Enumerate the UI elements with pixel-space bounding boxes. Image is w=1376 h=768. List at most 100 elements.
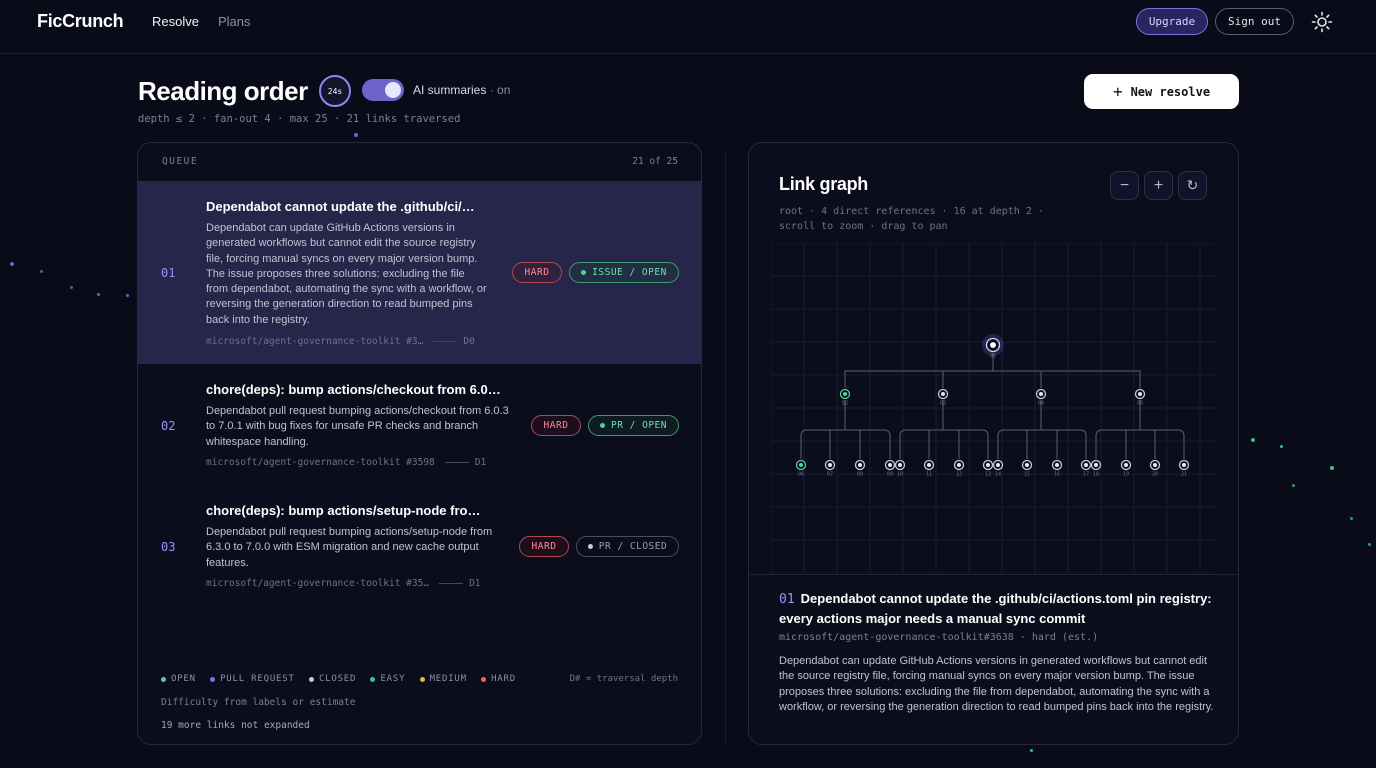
timer-badge: 24s [319, 75, 351, 107]
graph-node-label: 21 [1181, 472, 1187, 478]
sign-out-button[interactable]: Sign out [1215, 8, 1294, 35]
graph-node-core [1123, 462, 1129, 468]
more-links-note: 19 more links not expanded [161, 720, 310, 731]
detail-title-text: Dependabot cannot update the .github/ci/… [779, 591, 1212, 626]
graph-edge [1095, 400, 1185, 459]
legend-closed: CLOSED [308, 674, 356, 684]
graph-node-label: 20 [1152, 472, 1158, 478]
link-graph-canvas[interactable]: 01 02 03 04 05 06 07 08 09 10 11 12 13 14 15 16 17 18 19 20… [771, 243, 1217, 573]
legend-easy: EASY [370, 674, 405, 684]
new-resolve-button[interactable]: + New resolve [1084, 74, 1239, 109]
reset-view-button[interactable]: ↻ [1178, 171, 1207, 200]
legend-pull-request: PULL REQUEST [210, 674, 295, 684]
item-number: 03 [161, 540, 176, 554]
ai-summaries-toggle[interactable] [362, 79, 404, 101]
item-description: Dependabot pull request bumping actions/… [206, 405, 509, 448]
graph-node-core [1152, 462, 1158, 468]
graph-node-label: 13 [985, 472, 991, 478]
item-description: Dependabot can update GitHub Actions ver… [206, 222, 487, 326]
nav-link-resolve[interactable]: Resolve [152, 14, 199, 29]
ambient-dot [1330, 466, 1334, 470]
legend-note: Difficulty from labels or estimate [161, 697, 356, 708]
sun-icon[interactable] [1310, 10, 1334, 34]
graph-node-core [940, 391, 946, 397]
item-repo: microsoft/agent-governance-toolkit #35… [206, 578, 430, 589]
graph-meta-line: root · 4 direct references · 16 at depth… [779, 206, 1044, 217]
ambient-dot [1350, 517, 1353, 520]
status-badge: PR / CLOSED [576, 536, 679, 557]
status-label: PR / OPEN [611, 420, 667, 431]
graph-node-core [887, 462, 893, 468]
ai-summaries-state: · on [489, 83, 511, 97]
graph-node-label: 14 [995, 472, 1001, 478]
graph-edge [800, 400, 891, 459]
ambient-dot [1030, 749, 1033, 752]
item-depth: D0 [463, 336, 475, 347]
ambient-dot [1280, 445, 1283, 448]
zoom-out-button[interactable]: − [1110, 171, 1139, 200]
queue-item[interactable]: 03 chore(deps): bump actions/setup-node … [138, 485, 701, 605]
queue-count: 21 of 25 [632, 156, 678, 167]
status-dot [581, 270, 587, 275]
graph-divider [749, 574, 1238, 575]
new-resolve-label: New resolve [1130, 84, 1211, 99]
status-badge: PR / OPEN [588, 415, 679, 436]
graph-node-label: 08 [857, 472, 863, 478]
queue-panel: QUEUE 21 of 25 01 Dependabot cannot upda… [137, 142, 702, 745]
item-reference: microsoft/agent-governance-toolkit #3… D0 [206, 336, 475, 347]
graph-node-label: 15 [1024, 472, 1030, 478]
graph-node-core [1137, 391, 1143, 397]
difficulty-badge: HARD [519, 536, 569, 557]
item-number: 01 [161, 266, 176, 280]
item-reference: microsoft/agent-governance-toolkit #3598… [206, 457, 486, 468]
panel-separator [725, 152, 726, 746]
queue-item[interactable]: 02 chore(deps): bump actions/checkout fr… [138, 364, 701, 485]
item-reference: microsoft/agent-governance-toolkit #35… D… [206, 578, 481, 589]
status-label: PR / CLOSED [598, 541, 668, 552]
graph-edge [899, 400, 989, 459]
difficulty-badge: HARD [512, 262, 562, 283]
status-dot [600, 423, 605, 428]
graph-node-label: 19 [1123, 472, 1129, 478]
graph-node-label: 05 [1137, 401, 1143, 407]
ambient-dot [97, 293, 100, 296]
ai-summaries-text: AI summaries [413, 83, 487, 97]
graph-node-core [926, 462, 932, 468]
detail-number: 01 [779, 592, 795, 607]
detail-title: 01 Dependabot cannot update the .github/c… [779, 589, 1219, 628]
graph-node-label: 17 [1083, 472, 1089, 478]
legend-hard: HARD [481, 674, 516, 684]
brand-logo[interactable]: FicCrunch [37, 11, 124, 32]
graph-node-core [1083, 462, 1089, 468]
queue-item[interactable]: 01 Dependabot cannot update the .github/… [138, 181, 701, 364]
item-repo: microsoft/agent-governance-toolkit #3… [206, 336, 424, 347]
zoom-in-button[interactable]: + [1144, 171, 1173, 200]
reset-icon: ↻ [1186, 177, 1199, 193]
graph-node-label: 12 [956, 472, 962, 478]
ai-summaries-label: AI summaries · on [413, 83, 510, 97]
graph-node-label: 10 [897, 472, 903, 478]
item-repo: microsoft/agent-governance-toolkit #3598 [206, 457, 435, 468]
status-label: ISSUE / OPEN [592, 267, 667, 278]
graph-node-core [798, 462, 804, 468]
graph-node-core [985, 462, 991, 468]
detail-description: Dependabot can update GitHub Actions ver… [779, 655, 1214, 713]
page-title: Reading order [138, 76, 308, 106]
item-depth: D1 [474, 457, 487, 468]
ambient-dot [1251, 438, 1255, 442]
graph-edge [997, 400, 1087, 459]
graph-node-core [956, 462, 962, 468]
graph-title: Link graph [779, 174, 869, 194]
graph-node-core [842, 391, 848, 397]
graph-node-core [995, 462, 1001, 468]
graph-node-core [897, 462, 903, 468]
graph-node-core [1038, 391, 1044, 397]
graph-node-label: 11 [926, 472, 932, 478]
upgrade-button[interactable]: Upgrade [1136, 8, 1208, 35]
status-badge: ISSUE / OPEN [569, 262, 679, 283]
nav-link-plans[interactable]: Plans [218, 14, 251, 29]
difficulty-badge: HARD [531, 415, 581, 436]
item-title: chore(deps): bump actions/checkout from … [206, 382, 501, 397]
queue-heading: QUEUE [162, 156, 199, 167]
graph-node-label: 04 [1038, 401, 1044, 407]
